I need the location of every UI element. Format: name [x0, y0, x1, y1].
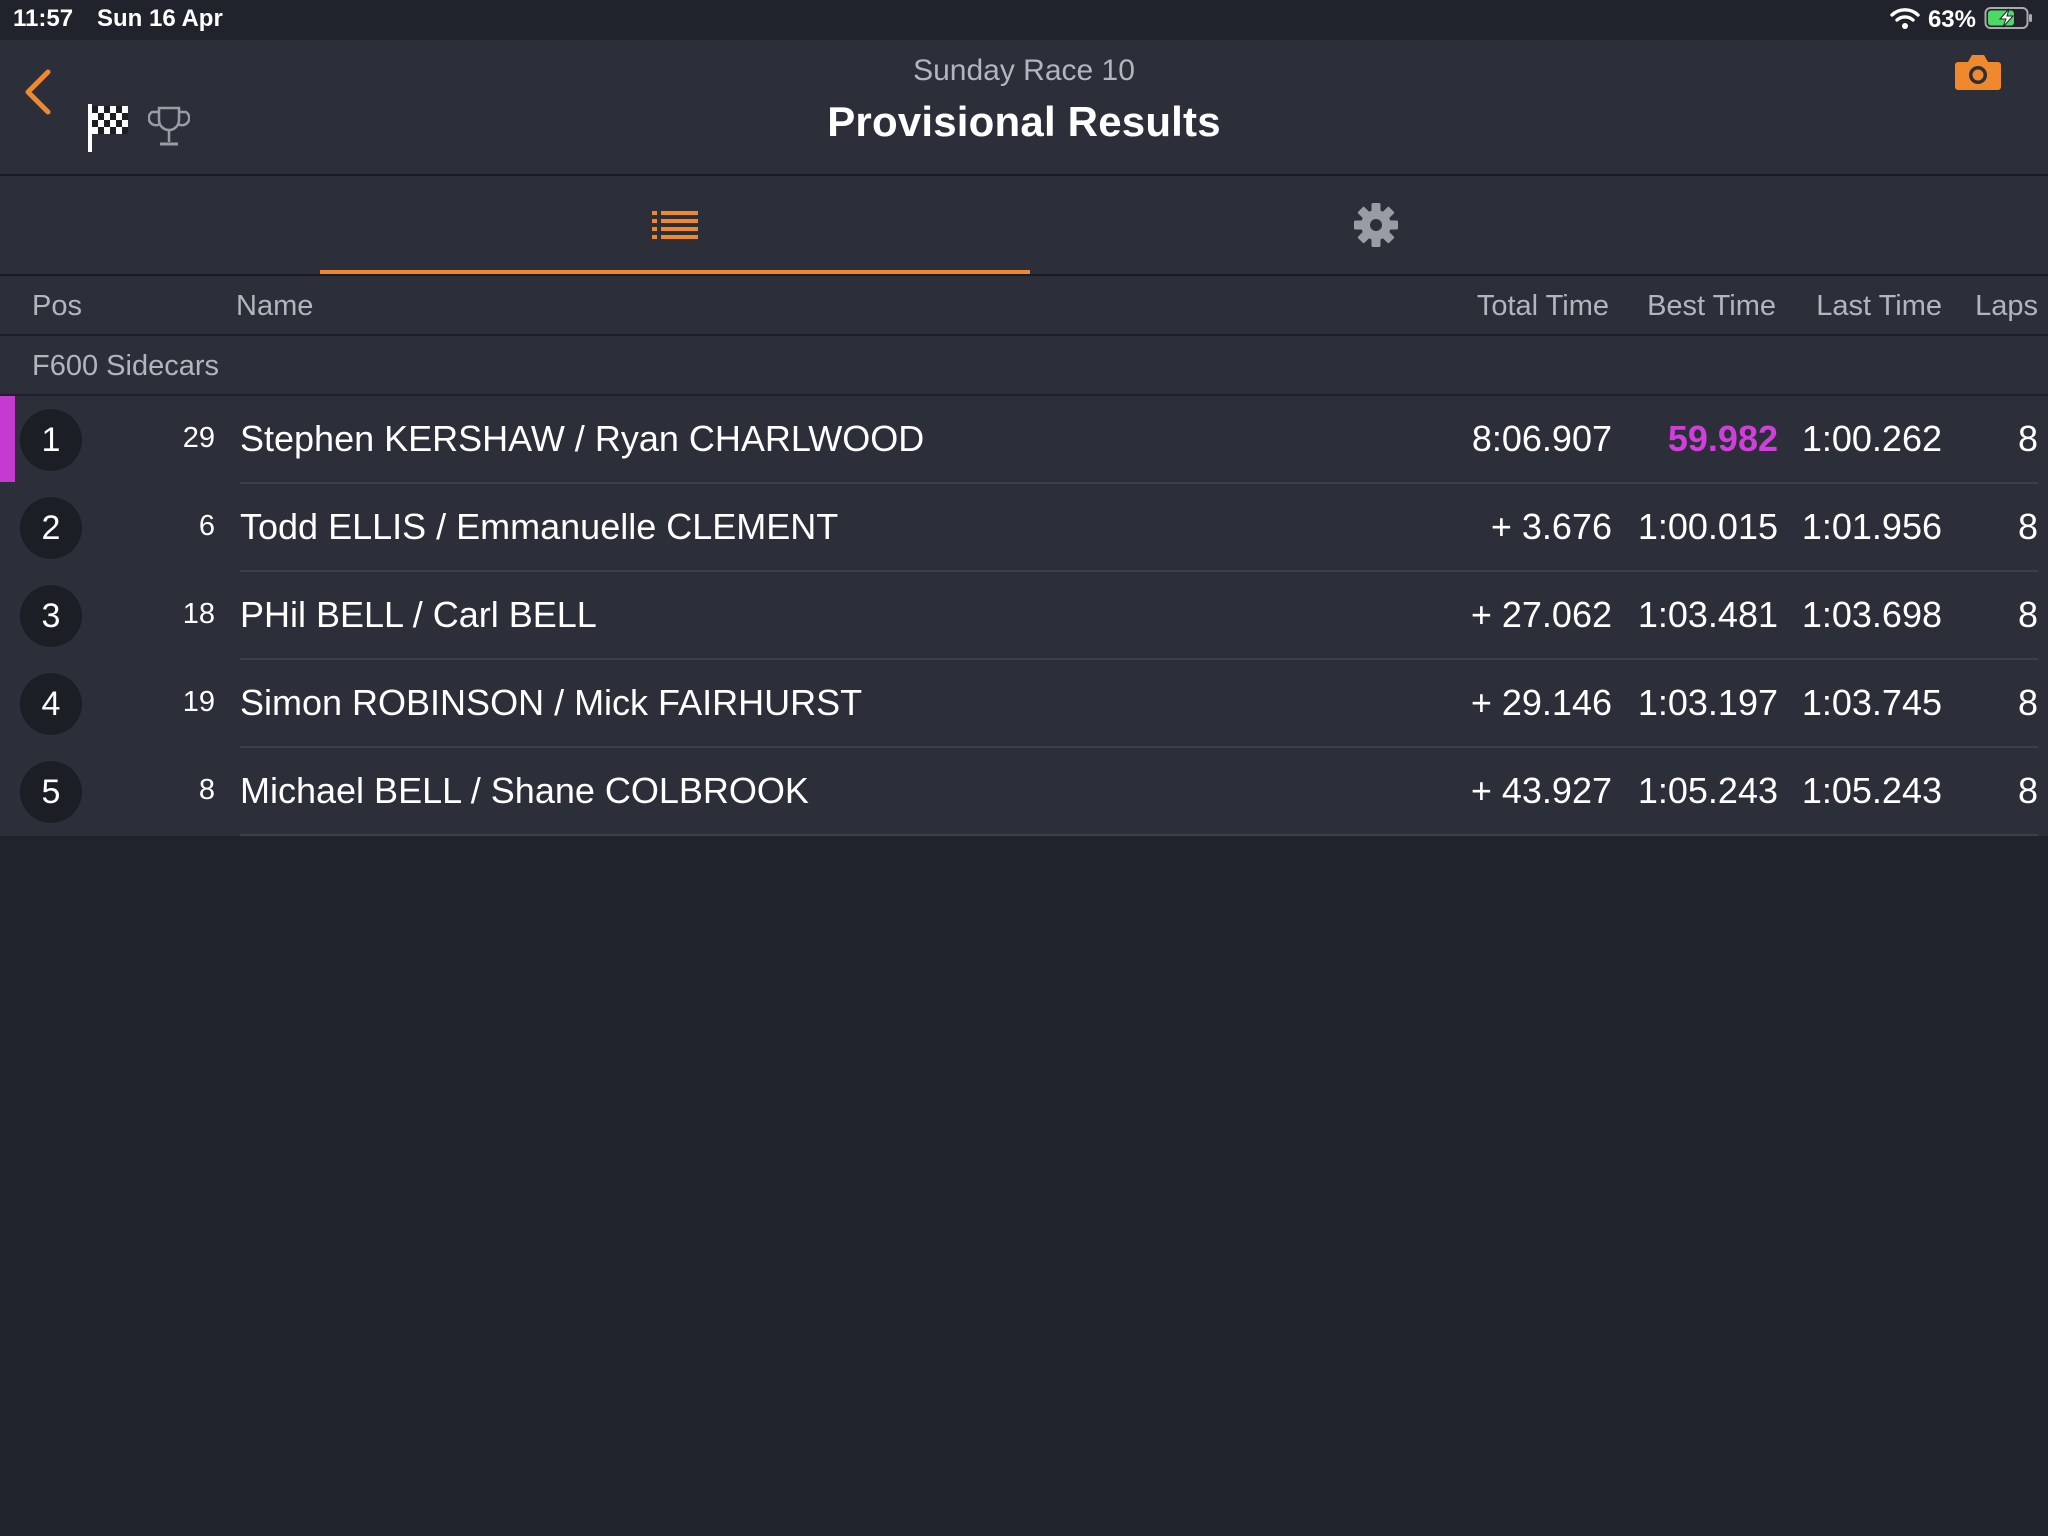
competitor-number: 19 — [182, 686, 215, 718]
position-badge: 1 — [20, 409, 82, 471]
position-badge: 3 — [20, 585, 82, 647]
laps: 8 — [2017, 682, 2038, 723]
result-row[interactable]: 1 29 Stephen KERSHAW / Ryan CHARLWOOD 8:… — [0, 396, 2048, 484]
competitor-name: Michael BELL / Shane COLBROOK — [240, 770, 809, 811]
battery-charging-icon — [1984, 6, 2034, 35]
selected-tab-indicator — [320, 270, 1030, 274]
camera-icon — [1955, 55, 2001, 90]
status-right: 63% — [1890, 3, 2034, 37]
fastest-lap-marker — [0, 396, 15, 482]
competitor-number: 18 — [182, 598, 215, 630]
tab-bar — [0, 176, 2048, 276]
wifi-icon — [1890, 6, 1920, 35]
tab-results-list[interactable] — [320, 176, 1030, 274]
gear-icon — [1354, 203, 1398, 247]
competitor-number: 29 — [182, 422, 215, 454]
total-time: + 3.676 — [1490, 506, 1612, 547]
battery-percentage: 63% — [1927, 6, 1976, 33]
last-time: 1:03.698 — [1801, 594, 1942, 635]
result-row[interactable]: 4 19 Simon ROBINSON / Mick FAIRHURST + 2… — [0, 660, 2048, 748]
column-header-last-time[interactable]: Last Time — [1816, 290, 1942, 323]
results-list: 1 29 Stephen KERSHAW / Ryan CHARLWOOD 8:… — [0, 396, 2048, 836]
last-time: 1:00.262 — [1801, 418, 1942, 459]
tab-settings[interactable] — [1030, 176, 1722, 274]
total-time: + 27.062 — [1470, 594, 1612, 635]
last-time: 1:05.243 — [1801, 770, 1942, 811]
best-time: 1:05.243 — [1637, 770, 1778, 811]
laps: 8 — [2017, 506, 2038, 547]
best-time-fastest: 59.982 — [1667, 418, 1778, 459]
best-time: 1:03.481 — [1637, 594, 1778, 635]
total-time: + 29.146 — [1470, 682, 1612, 723]
column-header-total-time[interactable]: Total Time — [1477, 290, 1609, 323]
status-bar: 11:57 Sun 16 Apr 63% — [0, 0, 2048, 40]
position-badge: 2 — [20, 497, 82, 559]
position-badge: 4 — [20, 673, 82, 735]
status-time: 11:57 — [13, 5, 74, 32]
competitor-name: Stephen KERSHAW / Ryan CHARLWOOD — [240, 418, 925, 459]
competitor-number: 6 — [198, 510, 215, 542]
laps: 8 — [2017, 594, 2038, 635]
row-divider — [240, 834, 2038, 836]
position-badge: 5 — [20, 761, 82, 823]
column-headers: Pos Name Total Time Best Time Last Time … — [0, 276, 2048, 336]
result-row[interactable]: 3 18 PHil BELL / Carl BELL + 27.062 1:03… — [0, 572, 2048, 660]
last-time: 1:03.745 — [1801, 682, 1942, 723]
competitor-name: PHil BELL / Carl BELL — [240, 594, 597, 635]
laps: 8 — [2017, 770, 2038, 811]
column-header-laps[interactable]: Laps — [1975, 290, 2038, 323]
best-time: 1:03.197 — [1637, 682, 1778, 723]
competitor-name: Simon ROBINSON / Mick FAIRHURST — [240, 682, 863, 723]
result-row[interactable]: 5 8 Michael BELL / Shane COLBROOK + 43.9… — [0, 748, 2048, 836]
column-header-name[interactable]: Name — [236, 290, 313, 323]
competitor-name: Todd ELLIS / Emmanuelle CLEMENT — [240, 506, 839, 547]
navigation-header: Sunday Race 10 Provisional Results — [0, 40, 2048, 176]
total-time: 8:06.907 — [1471, 418, 1612, 459]
last-time: 1:01.956 — [1801, 506, 1942, 547]
total-time: + 43.927 — [1470, 770, 1612, 811]
list-icon — [652, 211, 698, 239]
column-header-pos[interactable]: Pos — [32, 290, 82, 323]
camera-button[interactable] — [1954, 52, 2002, 92]
class-group-label: F600 Sidecars — [32, 350, 219, 382]
class-group-header: F600 Sidecars — [0, 336, 2048, 396]
result-row[interactable]: 2 6 Todd ELLIS / Emmanuelle CLEMENT + 3.… — [0, 484, 2048, 572]
column-header-best-time[interactable]: Best Time — [1647, 290, 1776, 323]
status-date: Sun 16 Apr — [97, 5, 223, 32]
competitor-number: 8 — [198, 774, 215, 806]
best-time: 1:00.015 — [1637, 506, 1778, 547]
page-title: Provisional Results — [827, 98, 1221, 145]
laps: 8 — [2017, 418, 2038, 459]
race-subtitle: Sunday Race 10 — [913, 54, 1135, 87]
